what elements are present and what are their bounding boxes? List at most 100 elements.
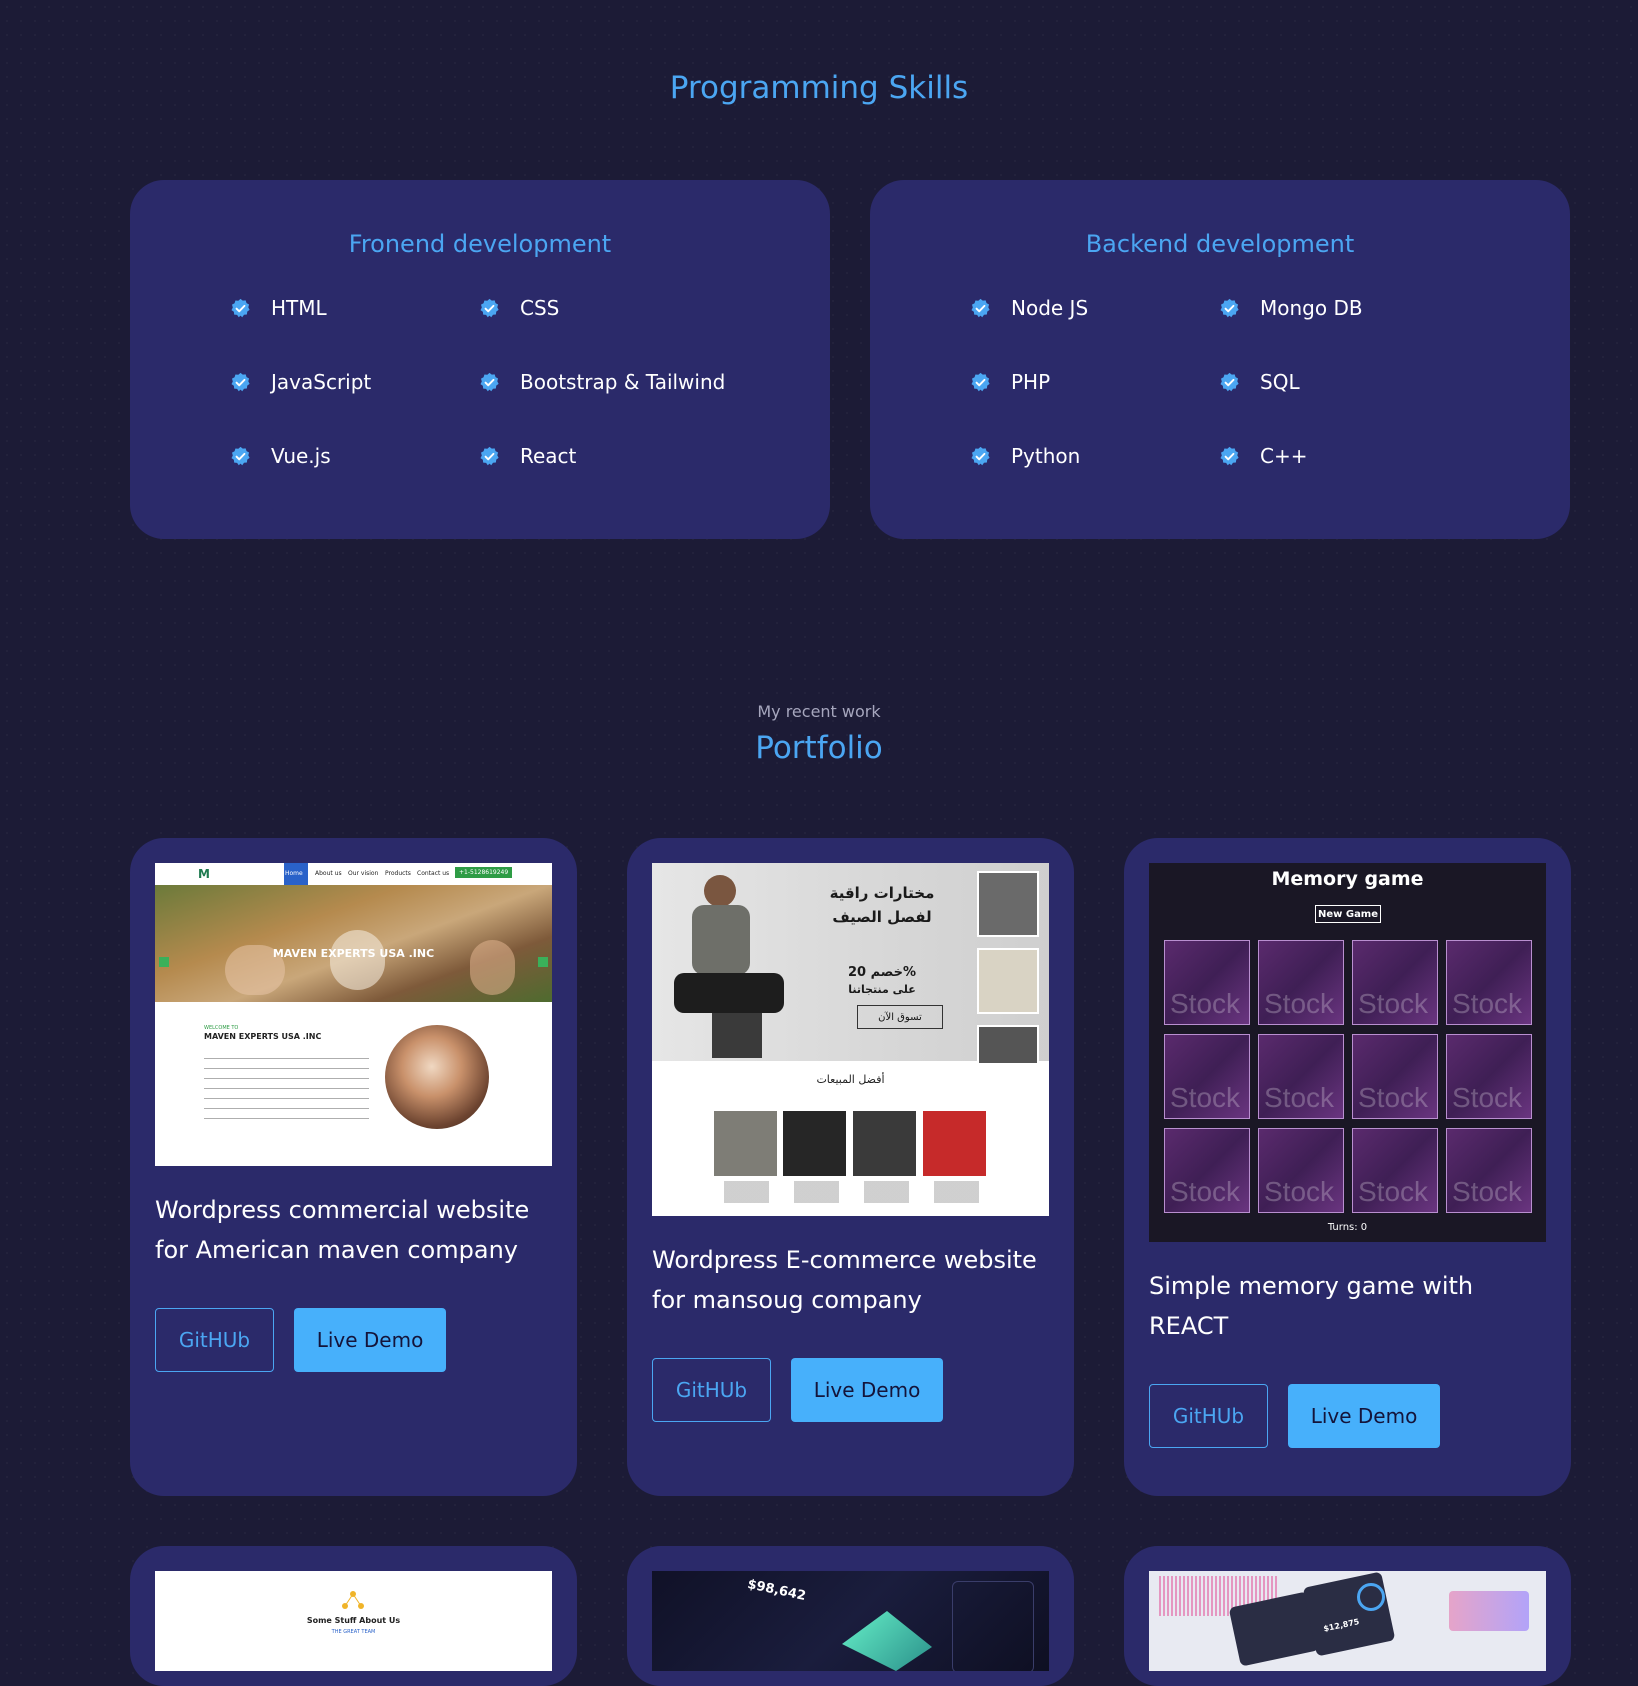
- game-tile: Stock: [1352, 1128, 1438, 1213]
- project-card-memory-game: Memory game New Game Stock Stock Stock Stoc…: [1124, 838, 1571, 1496]
- shot-round-photo: [385, 1025, 489, 1129]
- shot-hero-title: MAVEN EXPERTS USA .INC: [272, 947, 435, 960]
- shot-nav-item: About us: [315, 870, 342, 877]
- skill-item: C++: [1219, 444, 1307, 468]
- verified-check-icon: [230, 446, 251, 467]
- donut-chart-icon: [1357, 1583, 1385, 1611]
- model-chair: [712, 1013, 762, 1058]
- dashboard-3d-shape: [842, 1611, 932, 1671]
- frontend-card-title: Fronend development: [348, 230, 612, 258]
- project-screenshot-maven[interactable]: M Home About us Our vision Products Cont…: [155, 863, 552, 1166]
- model-pants: [674, 973, 784, 1013]
- verified-check-icon: [1219, 298, 1240, 319]
- project-screenshot-about[interactable]: Some Stuff About Us THE GREAT TEAM: [155, 1571, 552, 1671]
- product-thumb: [853, 1111, 916, 1176]
- game-tile: Stock: [1446, 1034, 1532, 1119]
- tile-watermark: Stock: [1264, 1176, 1335, 1207]
- shop-now-button: تسوق الآن: [857, 1005, 943, 1029]
- github-button[interactable]: GitHUb: [155, 1308, 274, 1372]
- project-screenshot-dashboard[interactable]: $98,642: [652, 1571, 1049, 1671]
- tile-watermark: Stock: [1358, 1082, 1429, 1113]
- skill-label: Python: [1011, 444, 1081, 468]
- skill-item: CSS: [479, 296, 559, 320]
- project-title: Simple memory game with REACT: [1149, 1272, 1474, 1340]
- thumb-pants: [977, 948, 1039, 1014]
- verified-check-icon: [230, 298, 251, 319]
- skill-label: Node JS: [1011, 296, 1089, 320]
- verified-check-icon: [970, 446, 991, 467]
- live-demo-button[interactable]: Live Demo: [791, 1358, 943, 1422]
- skill-label: Mongo DB: [1260, 296, 1363, 320]
- tile-watermark: Stock: [1358, 1176, 1429, 1207]
- game-tile: Stock: [1446, 1128, 1532, 1213]
- skill-item: Node JS: [970, 296, 1088, 320]
- github-button[interactable]: GitHUb: [652, 1358, 771, 1422]
- frontend-skills-card: Fronend development HTML CSS JavaScript Boo…: [130, 180, 830, 539]
- game-tile: Stock: [1258, 940, 1344, 1025]
- game-tile: Stock: [1258, 1128, 1344, 1213]
- tile-watermark: Stock: [1452, 1082, 1523, 1113]
- tile-watermark: Stock: [1264, 1082, 1335, 1113]
- tile-watermark: Stock: [1452, 988, 1523, 1019]
- turns-counter: Turns: 0: [1327, 1222, 1368, 1233]
- tile-watermark: Stock: [1170, 988, 1241, 1019]
- banner-discount-sub: على منتجاتنا: [848, 983, 916, 996]
- dashboard-amount: $98,642: [746, 1577, 808, 1604]
- product-thumb: [923, 1111, 986, 1176]
- shot-nav-item: Home: [285, 870, 303, 877]
- skill-item: PHP: [970, 370, 1050, 394]
- game-tile: Stock: [1352, 1034, 1438, 1119]
- project-screenshot-analytics[interactable]: $12,875: [1149, 1571, 1546, 1671]
- project-screenshot-memory-game[interactable]: Memory game New Game Stock Stock Stock Stoc…: [1149, 863, 1546, 1242]
- bestsellers-heading: أفضل المبيعات: [816, 1073, 885, 1086]
- skill-label: HTML: [271, 296, 327, 320]
- portfolio-title: Portfolio: [755, 730, 883, 766]
- game-title: Memory game: [1271, 868, 1424, 890]
- chevron-left-icon: [159, 957, 169, 967]
- banner-headline: مختارات راقية لفصل الصيف: [829, 884, 935, 926]
- model-head: [704, 875, 736, 907]
- game-tile: Stock: [1164, 1034, 1250, 1119]
- chevron-right-icon: [538, 957, 548, 967]
- skill-label: Vue.js: [271, 444, 331, 468]
- github-button[interactable]: GitHUb: [1149, 1384, 1268, 1448]
- project-card-analytics: $12,875: [1124, 1546, 1571, 1686]
- network-icon: [342, 1591, 364, 1609]
- game-tile: Stock: [1164, 1128, 1250, 1213]
- skill-item: Mongo DB: [1219, 296, 1363, 320]
- project-card-maven: M Home About us Our vision Products Cont…: [130, 838, 577, 1496]
- thumb-shirt: [977, 871, 1039, 937]
- shot-body-text: [204, 1053, 369, 1125]
- verified-check-icon: [479, 446, 500, 467]
- skill-label: Bootstrap & Tailwind: [520, 370, 726, 394]
- skills-section-title: Programming Skills: [669, 70, 969, 106]
- skill-label: JavaScript: [271, 370, 372, 394]
- tile-watermark: Stock: [1358, 988, 1429, 1019]
- project-card-mansoug: مختارات راقية لفصل الصيف خصم 20% على منت…: [627, 838, 1074, 1496]
- live-demo-button[interactable]: Live Demo: [1288, 1384, 1440, 1448]
- maven-logo: M: [198, 867, 210, 881]
- backend-card-title: Backend development: [1085, 230, 1355, 258]
- shot-hero-image: MAVEN EXPERTS USA .INC: [155, 885, 552, 1002]
- analytics-card: $12,875: [1302, 1571, 1396, 1657]
- analytics-amount: $12,875: [1322, 1617, 1361, 1634]
- tile-watermark: Stock: [1452, 1176, 1523, 1207]
- skill-label: PHP: [1011, 370, 1051, 394]
- live-demo-button[interactable]: Live Demo: [294, 1308, 446, 1372]
- game-tile: Stock: [1352, 940, 1438, 1025]
- skill-label: SQL: [1260, 370, 1300, 394]
- skill-item: SQL: [1219, 370, 1300, 394]
- shot-navbar: M Home About us Our vision Products Cont…: [155, 863, 552, 885]
- game-tile: Stock: [1446, 940, 1532, 1025]
- skill-label: C++: [1260, 444, 1308, 468]
- shot-banner: مختارات راقية لفصل الصيف خصم 20% على منت…: [652, 863, 1049, 1065]
- shot-welcome: WELCOME TO: [204, 1025, 239, 1031]
- about-heading: Some Stuff About Us: [306, 1616, 401, 1625]
- dashboard-panel: [952, 1581, 1034, 1671]
- project-screenshot-mansoug[interactable]: مختارات راقية لفصل الصيف خصم 20% على منت…: [652, 863, 1049, 1216]
- project-card-about: Some Stuff About Us THE GREAT TEAM: [130, 1546, 577, 1686]
- skill-label: CSS: [520, 296, 560, 320]
- tile-watermark: Stock: [1264, 988, 1335, 1019]
- thumb-shoes: [977, 1025, 1039, 1065]
- skill-item: Python: [970, 444, 1080, 468]
